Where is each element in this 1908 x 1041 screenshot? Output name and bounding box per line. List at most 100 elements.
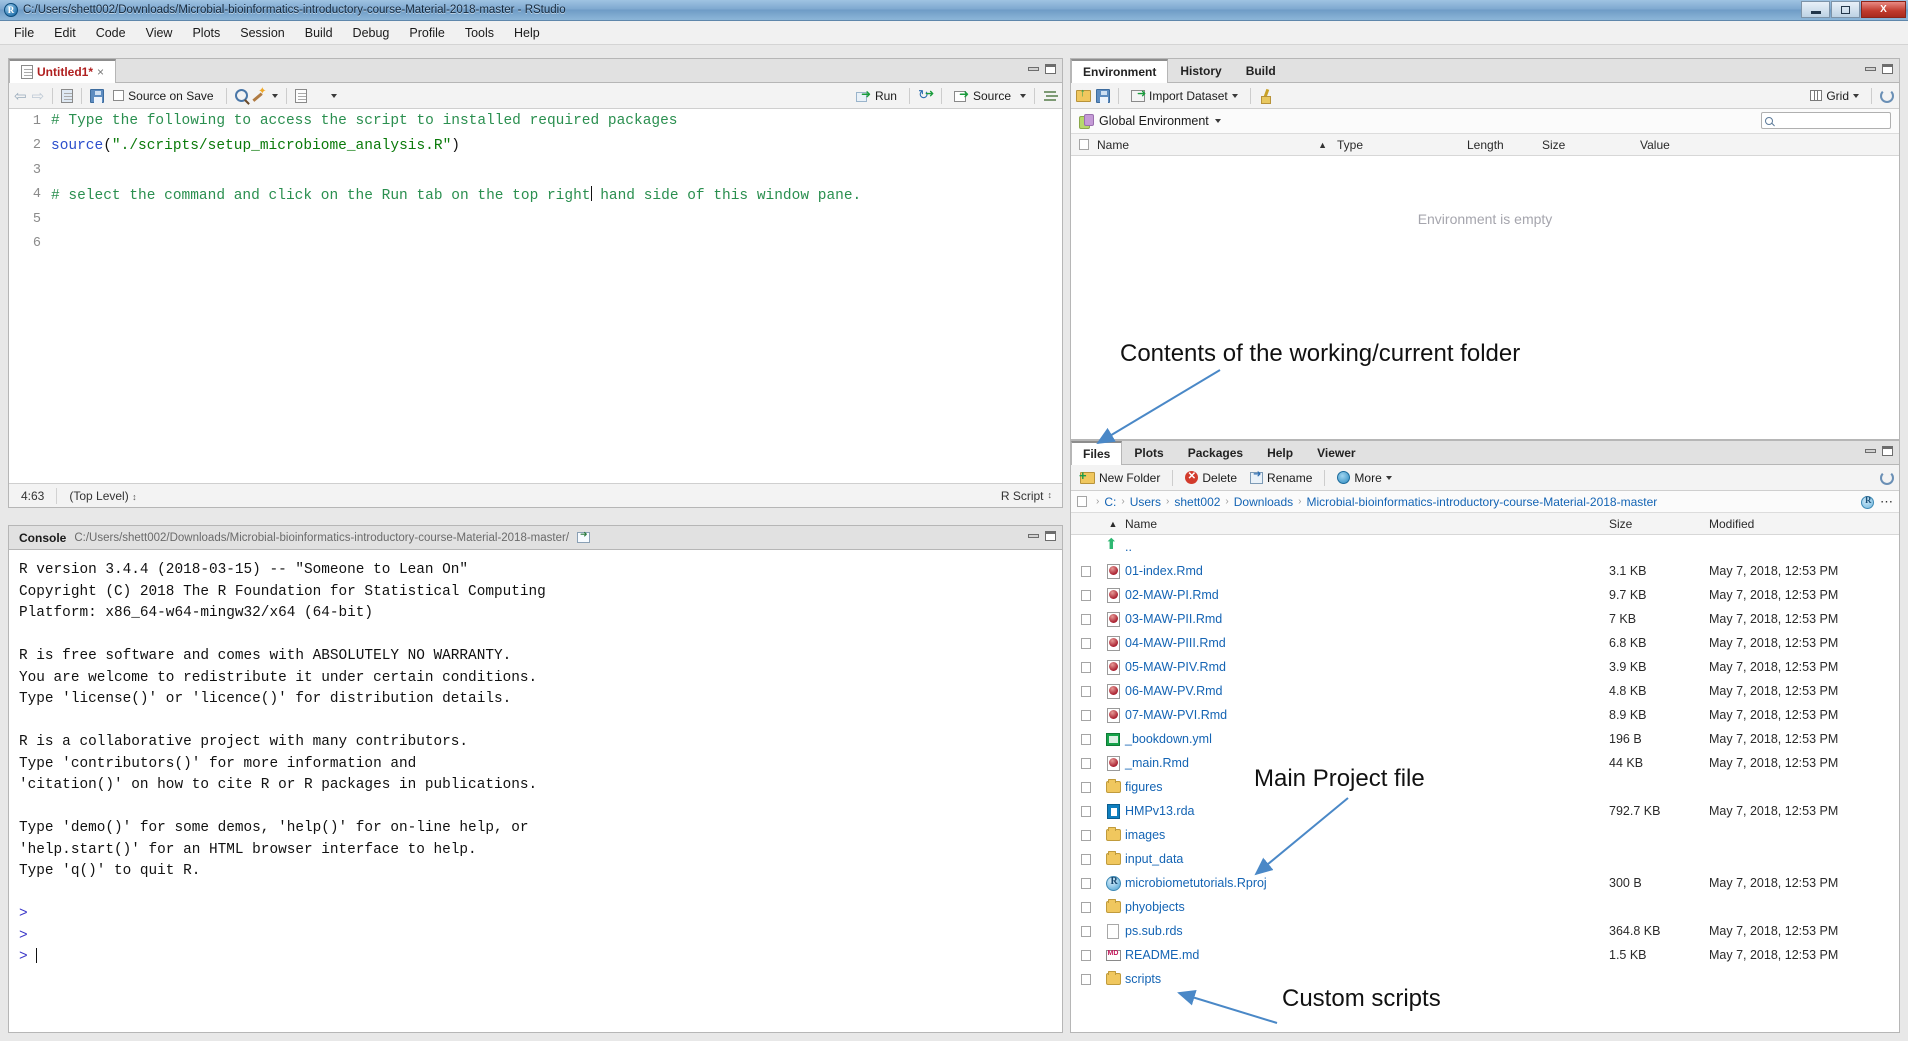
more-button[interactable]: More	[1333, 469, 1395, 487]
row-checkbox[interactable]	[1081, 685, 1091, 697]
rerun-icon[interactable]	[918, 87, 934, 103]
delete-button[interactable]: ✕ Delete	[1181, 469, 1241, 487]
file-row[interactable]: 03-MAW-PII.Rmd 7 KB May 7, 2018, 12:53 PM	[1071, 607, 1899, 631]
code-line[interactable]: 3	[9, 158, 1062, 183]
code-editor[interactable]: 1 # Type the following to access the scri…	[9, 109, 1062, 507]
file-row[interactable]: input_data	[1071, 847, 1899, 871]
row-checkbox[interactable]	[1081, 973, 1091, 985]
import-dataset-button[interactable]: Import Dataset	[1127, 87, 1242, 105]
search-input[interactable]	[1773, 113, 1878, 128]
breadcrumb-item[interactable]: Users	[1130, 495, 1161, 509]
tab-environment[interactable]: Environment	[1071, 59, 1169, 83]
maximize-pane-icon[interactable]	[1882, 446, 1893, 456]
forward-icon[interactable]: ⇨	[32, 87, 45, 105]
save-workspace-icon[interactable]	[1096, 88, 1110, 103]
source-tab-untitled1[interactable]: Untitled1* ×	[9, 59, 117, 83]
menu-debug[interactable]: Debug	[343, 23, 400, 43]
minimize-button[interactable]	[1801, 1, 1830, 18]
chevron-down-icon-2[interactable]	[330, 93, 337, 98]
breadcrumb-item[interactable]: Downloads	[1234, 495, 1293, 509]
file-name[interactable]: microbiometutorials.Rproj	[1125, 876, 1609, 890]
menu-profile[interactable]: Profile	[399, 23, 454, 43]
file-row[interactable]: 04-MAW-PIII.Rmd 6.8 KB May 7, 2018, 12:53 …	[1071, 631, 1899, 655]
row-checkbox[interactable]	[1081, 877, 1091, 889]
row-checkbox[interactable]	[1081, 853, 1091, 865]
chevron-down-icon[interactable]	[1385, 475, 1392, 480]
file-name[interactable]: input_data	[1125, 852, 1609, 866]
file-row[interactable]: 05-MAW-PIV.Rmd 3.9 KB May 7, 2018, 12:53 P…	[1071, 655, 1899, 679]
row-checkbox[interactable]	[1081, 901, 1091, 913]
maximize-button[interactable]	[1831, 1, 1860, 18]
row-checkbox[interactable]	[1081, 757, 1091, 769]
file-row[interactable]: images	[1071, 823, 1899, 847]
file-row[interactable]: 01-index.Rmd 3.1 KB May 7, 2018, 12:53 PM	[1071, 559, 1899, 583]
file-row-parent[interactable]: ..	[1071, 535, 1899, 559]
close-icon[interactable]: ×	[97, 65, 104, 79]
new-folder-button[interactable]: New Folder	[1076, 468, 1164, 487]
load-workspace-icon[interactable]	[1076, 87, 1091, 102]
row-checkbox[interactable]	[1081, 733, 1091, 745]
minimize-pane-icon[interactable]	[1865, 67, 1876, 71]
file-name[interactable]: ps.sub.rds	[1125, 924, 1609, 938]
breadcrumb-item[interactable]: C:	[1104, 495, 1116, 509]
file-name[interactable]: _bookdown.yml	[1125, 732, 1609, 746]
file-row[interactable]: 02-MAW-PI.Rmd 9.7 KB May 7, 2018, 12:53 PM	[1071, 583, 1899, 607]
file-row[interactable]: phyobjects	[1071, 895, 1899, 919]
file-name[interactable]: 02-MAW-PI.Rmd	[1125, 588, 1609, 602]
filetype-stepper-icon[interactable]: ↕	[1048, 491, 1053, 500]
column-header-size[interactable]: Size	[1609, 517, 1709, 531]
clear-workspace-icon[interactable]	[1259, 89, 1273, 104]
file-name[interactable]: 05-MAW-PIV.Rmd	[1125, 660, 1609, 674]
checkbox-icon[interactable]	[113, 90, 125, 101]
file-name[interactable]: 07-MAW-PVI.Rmd	[1125, 708, 1609, 722]
console-tab[interactable]: Console	[19, 531, 66, 545]
maximize-pane-icon[interactable]	[1882, 64, 1893, 74]
tab-build[interactable]: Build	[1234, 59, 1288, 82]
column-header-value[interactable]: Value	[1640, 138, 1760, 152]
menu-plots[interactable]: Plots	[182, 23, 230, 43]
open-in-shell-icon[interactable]	[577, 529, 591, 543]
menu-help[interactable]: Help	[504, 23, 550, 43]
document-outline-icon[interactable]	[1043, 90, 1057, 102]
refresh-icon[interactable]	[1880, 470, 1894, 485]
column-header-name[interactable]: Name	[1097, 138, 1129, 152]
column-header-type[interactable]: Type	[1337, 138, 1467, 152]
code-line[interactable]: 4 # select the command and click on the R…	[9, 183, 1062, 208]
file-name[interactable]: HMPv13.rda	[1125, 804, 1609, 818]
minimize-pane-icon[interactable]	[1865, 449, 1876, 453]
tab-files[interactable]: Files	[1071, 441, 1123, 465]
code-scope[interactable]: (Top Level) ↕	[57, 489, 148, 503]
breadcrumb-item[interactable]: shett002	[1174, 495, 1220, 509]
file-row[interactable]: ps.sub.rds 364.8 KB May 7, 2018, 12:53 PM	[1071, 919, 1899, 943]
file-name[interactable]: images	[1125, 828, 1609, 842]
menu-code[interactable]: Code	[86, 23, 136, 43]
source-chevron-down-icon[interactable]	[1020, 93, 1026, 98]
tab-packages[interactable]: Packages	[1176, 441, 1255, 464]
row-checkbox[interactable]	[1081, 613, 1091, 625]
more-options-icon[interactable]: ⋯	[1880, 494, 1894, 510]
minimize-pane-icon[interactable]	[1028, 67, 1039, 71]
code-tools-icon[interactable]	[253, 86, 266, 103]
code-line[interactable]: 1 # Type the following to access the scri…	[9, 109, 1062, 134]
maximize-pane-icon[interactable]	[1045, 64, 1056, 74]
column-header-name[interactable]: Name	[1125, 517, 1609, 531]
console-prompt-line[interactable]: >	[19, 926, 1062, 948]
file-name[interactable]: 04-MAW-PIII.Rmd	[1125, 636, 1609, 650]
rename-button[interactable]: Rename	[1246, 469, 1316, 487]
row-checkbox[interactable]	[1081, 925, 1091, 937]
row-checkbox[interactable]	[1081, 829, 1091, 841]
menu-edit[interactable]: Edit	[44, 23, 86, 43]
row-checkbox[interactable]	[1081, 805, 1091, 817]
console-prompt-line[interactable]: >	[19, 947, 1062, 969]
file-row[interactable]: _main.Rmd 44 KB May 7, 2018, 12:53 PM	[1071, 751, 1899, 775]
file-name[interactable]: 03-MAW-PII.Rmd	[1125, 612, 1609, 626]
compile-report-icon[interactable]	[294, 88, 307, 103]
chevron-down-icon[interactable]	[271, 93, 278, 98]
file-row[interactable]: microbiometutorials.Rproj300 B May 7, 201…	[1071, 871, 1899, 895]
menu-view[interactable]: View	[136, 23, 183, 43]
minimize-pane-icon[interactable]	[1028, 534, 1039, 538]
file-name[interactable]: phyobjects	[1125, 900, 1609, 914]
source-on-save-toggle[interactable]: Source on Save	[109, 87, 217, 105]
menu-tools[interactable]: Tools	[455, 23, 504, 43]
file-row[interactable]: 07-MAW-PVI.Rmd 8.9 KB May 7, 2018, 12:53 P…	[1071, 703, 1899, 727]
